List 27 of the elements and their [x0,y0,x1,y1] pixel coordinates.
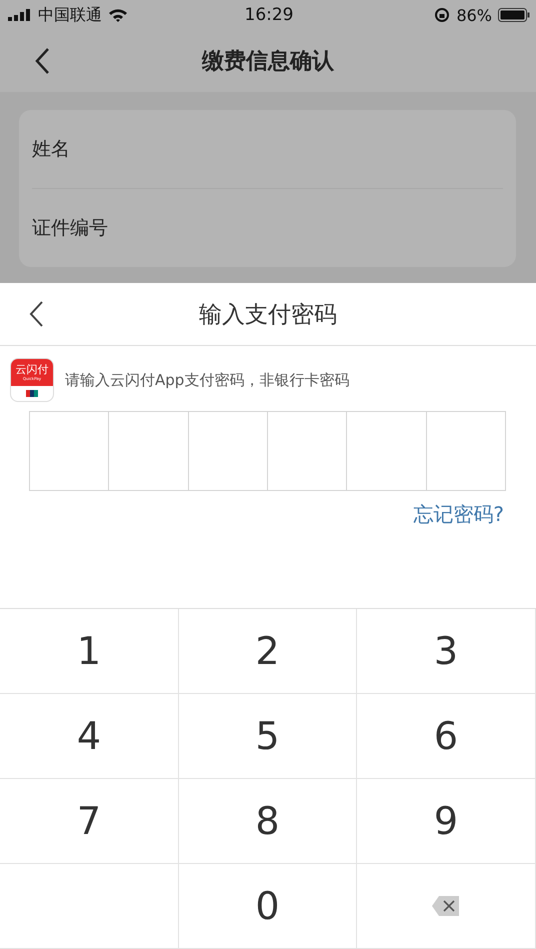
digit-key[interactable]: 2 [179,609,357,694]
clock-time: 16:29 [244,5,294,25]
rotation-lock-icon [434,7,450,23]
page-title: 缴费信息确认 [202,48,334,76]
digit-key[interactable]: 8 [179,779,357,864]
digit-key[interactable]: 6 [357,694,536,779]
field-label: 姓名 [32,137,70,162]
carrier-name: 中国联通 [38,4,102,26]
forgot-password-link[interactable]: 忘记密码? [413,501,504,528]
back-icon[interactable] [34,47,50,75]
hint-text: 请输入云闪付App支付密码，非银行卡密码 [65,370,350,390]
wifi-icon [108,8,128,22]
digit-key[interactable]: 9 [357,779,536,864]
backspace-icon[interactable] [431,895,461,917]
field-label: 证件编号 [32,216,108,241]
back-icon[interactable] [28,300,44,328]
digit-key[interactable]: 0 [179,864,357,949]
digit-key[interactable]: 1 [0,609,179,694]
digit-key[interactable]: 5 [179,694,357,779]
password-field[interactable] [29,411,506,491]
digit-key[interactable]: 7 [0,779,179,864]
signal-icon [8,9,32,21]
digit-key[interactable]: 3 [357,609,536,694]
battery-percent: 86% [456,6,492,24]
digit-key[interactable]: 4 [0,694,179,779]
battery-icon [498,8,530,22]
sheet-title: 输入支付密码 [199,300,337,330]
